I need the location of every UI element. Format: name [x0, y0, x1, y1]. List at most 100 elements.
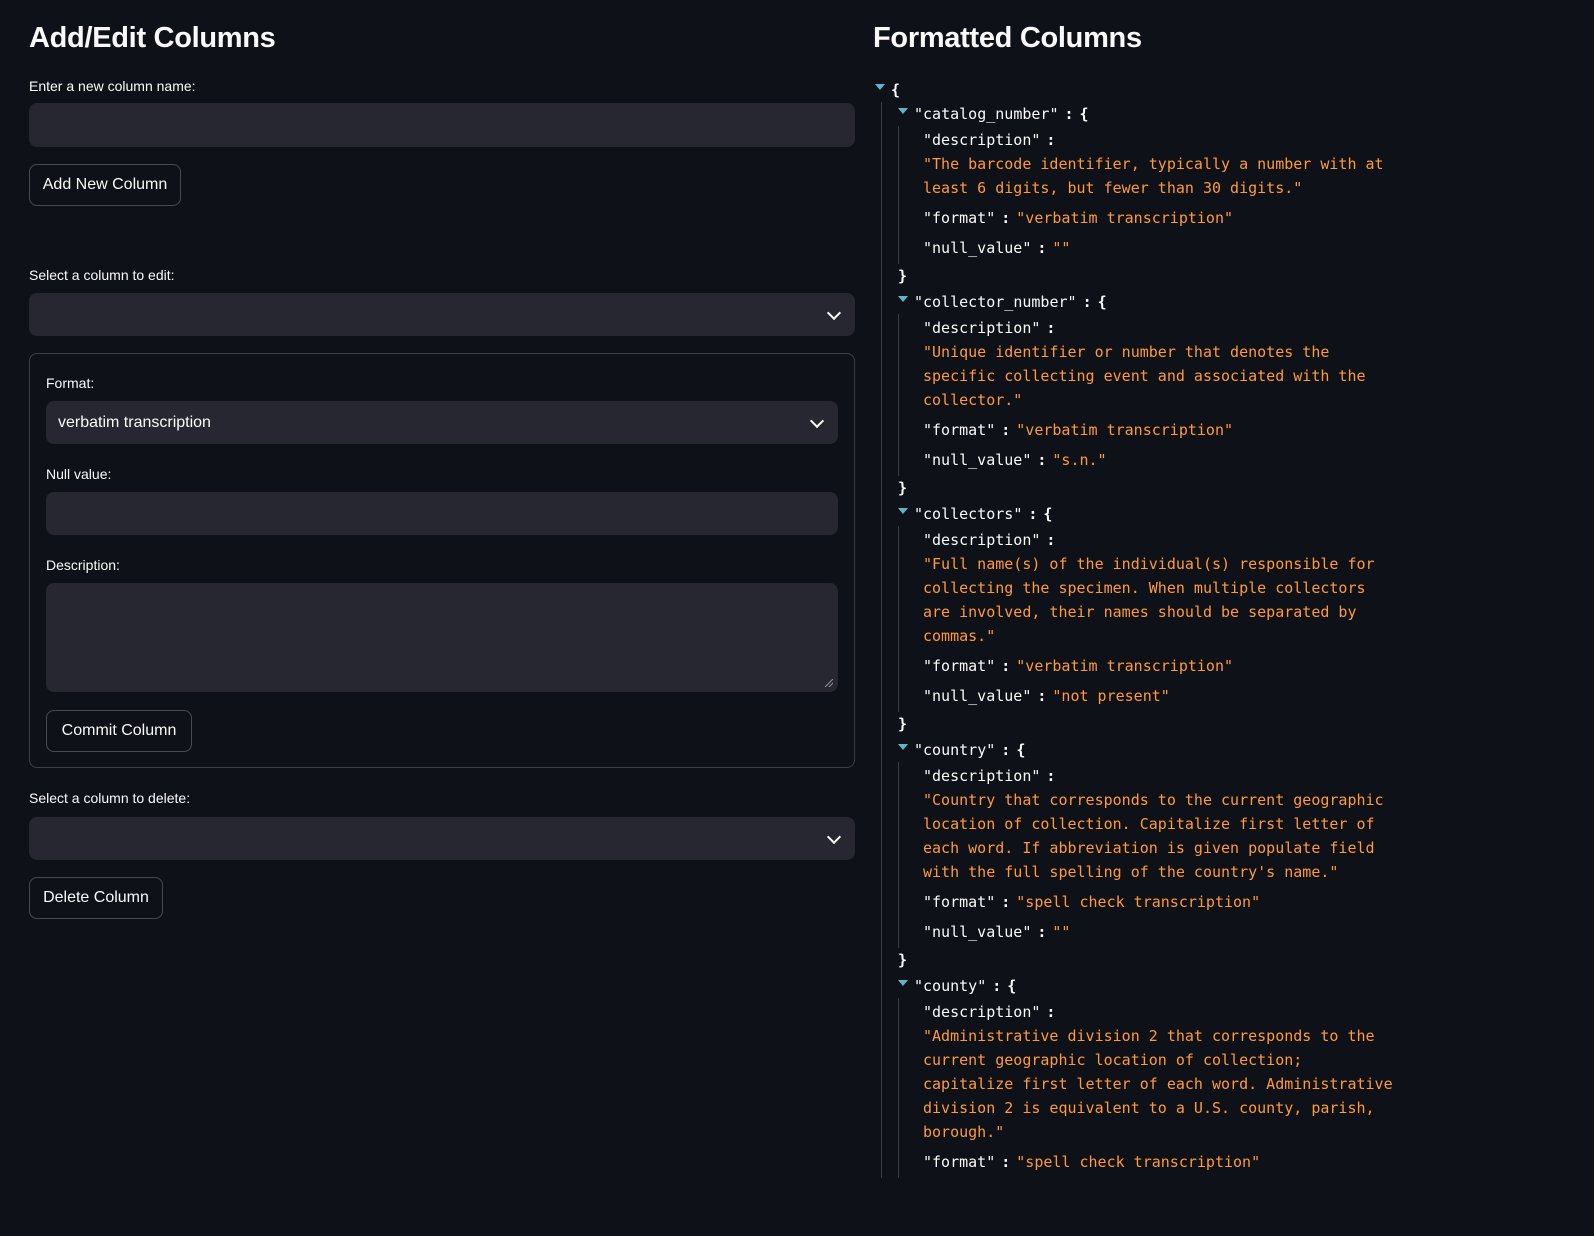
json-key-null-value: "null_value"	[923, 687, 1032, 705]
json-key-null-value: "null_value"	[923, 451, 1032, 469]
json-column-toggle[interactable]: "country": {	[898, 738, 1535, 762]
json-format-field: "format": "verbatim transcription"	[923, 204, 1535, 234]
json-colon: :	[1046, 319, 1056, 337]
json-null-value-field: "null_value": "s.n."	[923, 446, 1535, 476]
null-value-label: Null value:	[46, 466, 112, 482]
json-column-key: "county"	[914, 977, 987, 995]
json-description-field: "description": "The barcode identifier, …	[923, 126, 1535, 204]
json-open-brace: {	[1079, 105, 1089, 123]
json-null-value-field: "null_value": ""	[923, 234, 1535, 264]
json-format-value: "verbatim transcription"	[1016, 209, 1234, 227]
json-colon: :	[1064, 105, 1074, 123]
null-value-input[interactable]	[46, 492, 838, 535]
json-column-object: "catalog_number": { "description": "The b…	[882, 102, 1535, 290]
json-colon: :	[1046, 531, 1056, 549]
json-column-toggle[interactable]: "county": {	[898, 974, 1535, 998]
json-format-value: "verbatim transcription"	[1016, 421, 1234, 439]
json-description-value: "The barcode identifier, typically a num…	[923, 155, 1384, 197]
json-column-toggle[interactable]: "catalog_number": {	[898, 102, 1535, 126]
json-key-format: "format"	[923, 421, 996, 439]
json-open-brace: {	[1016, 741, 1026, 759]
json-column-body: "description": "Administrative division …	[898, 998, 1535, 1178]
json-root-toggle[interactable]: {	[875, 78, 1535, 102]
add-new-column-button[interactable]: Add New Column	[29, 164, 181, 206]
format-label: Format:	[46, 375, 95, 391]
delete-column-select[interactable]	[29, 817, 855, 860]
json-format-field: "format": "spell check transcription"	[923, 888, 1535, 918]
json-colon: :	[1046, 131, 1056, 149]
resize-handle-icon[interactable]	[825, 679, 833, 687]
json-colon: :	[1001, 741, 1011, 759]
edit-column-select[interactable]	[29, 293, 855, 336]
format-select[interactable]: verbatim transcription	[46, 401, 838, 444]
json-key-description: "description"	[923, 1003, 1041, 1021]
json-close-brace: }	[898, 715, 908, 733]
json-format-field: "format": "verbatim transcription"	[923, 652, 1535, 682]
json-key-format: "format"	[923, 657, 996, 675]
json-colon: :	[1037, 687, 1047, 705]
json-key-format: "format"	[923, 1153, 996, 1171]
json-null-value: ""	[1052, 239, 1071, 257]
json-colon: :	[1046, 767, 1056, 785]
json-open-brace: {	[1097, 293, 1107, 311]
json-root-body: "catalog_number": { "description": "The b…	[881, 102, 1535, 1178]
delete-column-button[interactable]: Delete Column	[29, 877, 163, 919]
json-colon: :	[1001, 421, 1011, 439]
collapse-triangle-icon[interactable]	[875, 83, 885, 90]
collapse-triangle-icon[interactable]	[898, 295, 908, 302]
json-description-value: "Country that corresponds to the current…	[923, 791, 1384, 881]
json-key-description: "description"	[923, 767, 1041, 785]
json-colon: :	[1037, 451, 1047, 469]
json-colon: :	[1001, 657, 1011, 675]
json-key-null-value: "null_value"	[923, 923, 1032, 941]
json-close-brace: }	[898, 951, 908, 969]
json-key-format: "format"	[923, 893, 996, 911]
json-colon: :	[1028, 505, 1038, 523]
description-textarea[interactable]	[46, 583, 838, 692]
json-column-toggle[interactable]: "collector_number": {	[898, 290, 1535, 314]
json-column-object: "country": { "description": "Country that…	[882, 738, 1535, 974]
json-column-body: "description": "Unique identifier or num…	[898, 314, 1535, 476]
json-column-key: "collector_number"	[914, 293, 1077, 311]
collapse-triangle-icon[interactable]	[898, 107, 908, 114]
json-column-close: }	[898, 476, 1535, 502]
json-column-key: "catalog_number"	[914, 105, 1059, 123]
json-null-value: "not present"	[1052, 687, 1170, 705]
json-column-object: "county": { "description": "Administrativ…	[882, 974, 1535, 1178]
description-label: Description:	[46, 557, 120, 573]
chevron-down-icon	[809, 413, 825, 428]
json-colon: :	[992, 977, 1002, 995]
json-format-value: "spell check transcription"	[1016, 893, 1261, 911]
commit-column-button[interactable]: Commit Column	[46, 710, 192, 752]
json-column-close: }	[898, 712, 1535, 738]
new-column-input[interactable]	[29, 103, 855, 147]
json-format-field: "format": "verbatim transcription"	[923, 416, 1535, 446]
json-column-toggle[interactable]: "collectors": {	[898, 502, 1535, 526]
json-viewer: { "catalog_number": { "description": "The…	[875, 78, 1535, 1178]
json-close-brace: }	[898, 267, 908, 285]
json-open-brace: {	[1043, 505, 1053, 523]
format-select-value: verbatim transcription	[58, 413, 211, 431]
edit-select-label: Select a column to edit:	[29, 267, 175, 283]
json-format-field: "format": "spell check transcription"	[923, 1148, 1535, 1178]
column-edit-form: Format: verbatim transcription Null valu…	[29, 353, 855, 768]
collapse-triangle-icon[interactable]	[898, 507, 908, 514]
json-colon: :	[1082, 293, 1092, 311]
json-colon: :	[1001, 209, 1011, 227]
json-description-field: "description": "Country that corresponds…	[923, 762, 1535, 888]
json-close-brace: }	[898, 479, 908, 497]
json-key-description: "description"	[923, 319, 1041, 337]
json-column-key: "collectors"	[914, 505, 1023, 523]
json-key-description: "description"	[923, 531, 1041, 549]
json-description-value: "Full name(s) of the individual(s) respo…	[923, 555, 1375, 645]
collapse-triangle-icon[interactable]	[898, 743, 908, 750]
page-title: Add/Edit Columns	[29, 22, 276, 54]
json-null-value-field: "null_value": "not present"	[923, 682, 1535, 712]
json-colon: :	[1037, 239, 1047, 257]
json-key-description: "description"	[923, 131, 1041, 149]
json-column-key: "country"	[914, 741, 996, 759]
json-column-body: "description": "The barcode identifier, …	[898, 126, 1535, 264]
json-description-value: "Unique identifier or number that denote…	[923, 343, 1366, 409]
collapse-triangle-icon[interactable]	[898, 979, 908, 986]
new-column-label: Enter a new column name:	[29, 78, 196, 94]
